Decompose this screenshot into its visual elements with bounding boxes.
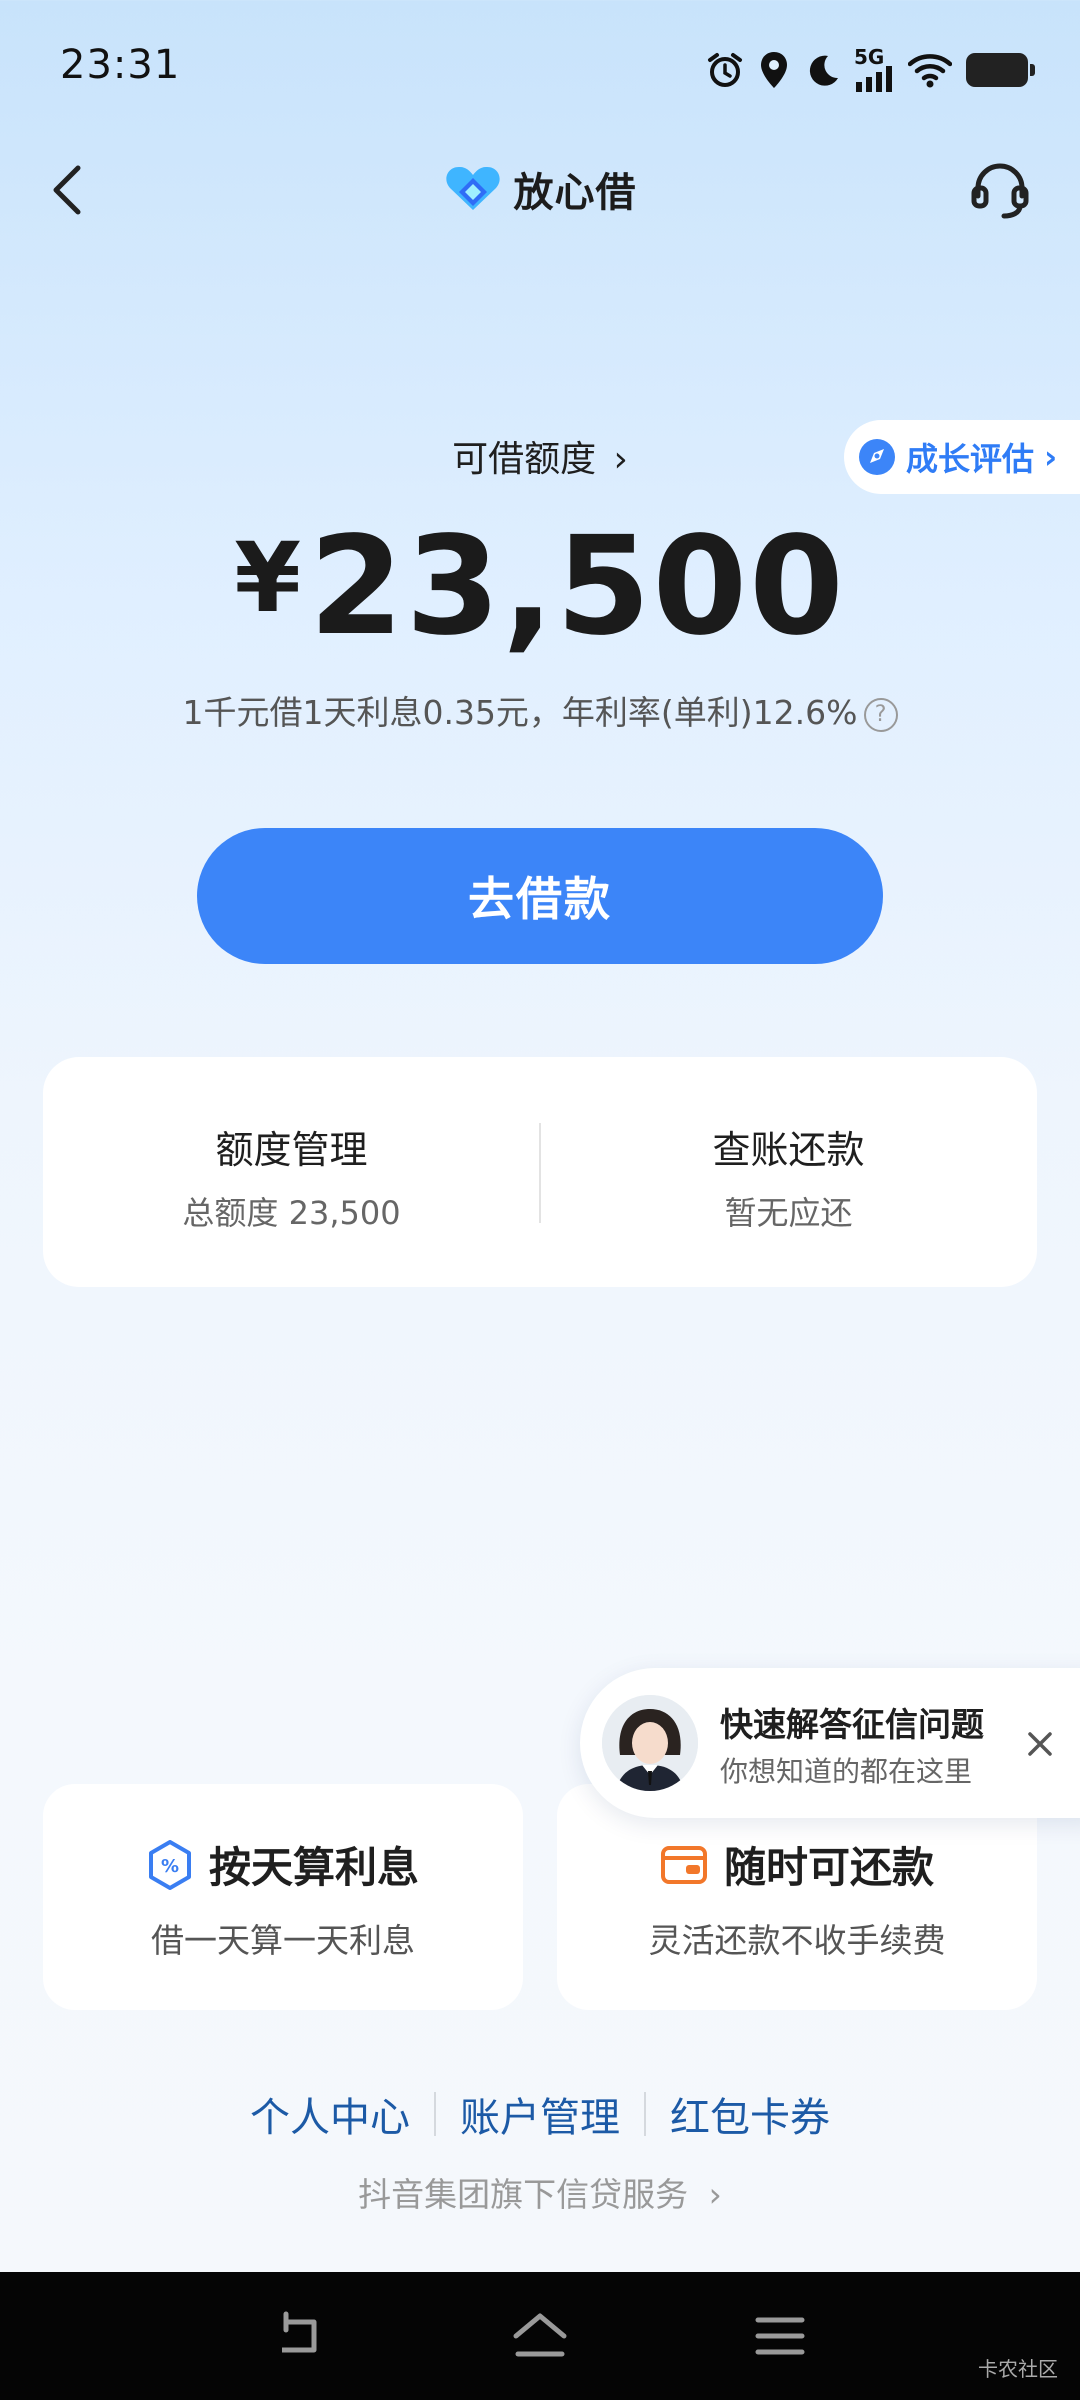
brand: 放心借	[0, 160, 1080, 218]
rate-text: 1千元借1天利息0.35元，年利率(单利)12.6%	[182, 693, 858, 732]
alarm-icon	[708, 53, 742, 87]
nav-back-icon[interactable]	[270, 2306, 330, 2366]
toast-subtitle: 你想知道的都在这里	[720, 1755, 973, 1788]
svg-text:%: %	[161, 1856, 179, 1877]
system-navigation-bar: 卡农社区	[0, 2272, 1080, 2400]
coupons-link[interactable]: 红包卡券	[670, 2085, 830, 2143]
close-icon[interactable]	[1020, 1724, 1060, 1764]
location-icon	[761, 52, 787, 88]
status-time: 23:31	[60, 42, 181, 88]
brand-name: 放心借	[513, 170, 637, 216]
watermark: 卡农社区	[978, 2357, 1058, 2381]
toast-title: 快速解答征信问题	[720, 1705, 984, 1744]
battery-icon	[966, 53, 1035, 87]
amount-value: 23,500	[308, 508, 846, 666]
growth-label: 成长评估	[906, 440, 1035, 478]
chevron-right-icon: ›	[1044, 438, 1058, 476]
help-icon[interactable]: ?	[863, 697, 898, 732]
wifi-icon	[908, 54, 952, 88]
feature-title: 按天算利息	[208, 1843, 419, 1892]
nav-home-icon[interactable]	[510, 2306, 570, 2366]
management-card: 额度管理 总额度 23,500 查账还款 暂无应还	[43, 1057, 1037, 1287]
nav-menu-icon[interactable]	[750, 2306, 810, 2366]
status-icons: 5G	[706, 45, 1035, 94]
wallet-icon	[660, 1845, 707, 1884]
credit-limit-label: 可借额度	[452, 439, 597, 480]
growth-assessment-button[interactable]: 成长评估 ›	[844, 420, 1080, 494]
borrow-button[interactable]: 去借款	[197, 828, 883, 964]
credit-help-toast[interactable]: 快速解答征信问题 你想知道的都在这里	[580, 1668, 1080, 1818]
credit-amount: ¥23,500	[0, 508, 1080, 666]
network-type: 5G	[854, 45, 885, 69]
chevron-right-icon: ›	[708, 2175, 722, 2214]
footer-links: 个人中心 账户管理 红包卡券	[0, 2085, 1080, 2143]
avatar	[602, 1695, 698, 1791]
currency-symbol: ¥	[234, 522, 303, 634]
limit-management[interactable]: 额度管理 总额度 23,500	[43, 1119, 540, 1234]
service-provider-note[interactable]: 抖音集团旗下信贷服务 ›	[0, 2168, 1080, 2216]
bill-repayment-title: 查账还款	[712, 1128, 865, 1172]
signal-icon	[856, 66, 892, 92]
percent-shield-icon: %	[148, 1839, 191, 1890]
service-note-text: 抖音集团旗下信贷服务	[358, 2175, 689, 2214]
moon-icon	[809, 55, 838, 86]
bill-repayment[interactable]: 查账还款 暂无应还	[540, 1119, 1037, 1234]
interest-rate-text: 1千元借1天利息0.35元，年利率(单利)12.6%?	[0, 686, 1080, 734]
chevron-right-icon: ›	[613, 439, 628, 480]
agent-avatar-icon	[602, 1695, 698, 1791]
feature-daily-interest[interactable]: % 按天算利息 借一天算一天利息	[43, 1784, 523, 2010]
feature-title: 随时可还款	[723, 1843, 934, 1892]
brand-logo-icon	[445, 166, 500, 210]
cellular-signal: 5G	[854, 45, 894, 92]
total-limit-text: 总额度 23,500	[182, 1194, 401, 1232]
divider	[644, 2092, 646, 2136]
rocket-icon	[859, 439, 895, 475]
divider	[434, 2092, 436, 2136]
feature-subtitle: 灵活还款不收手续费	[648, 1921, 946, 1960]
headset-icon[interactable]	[968, 158, 1032, 222]
limit-management-title: 额度管理	[215, 1128, 368, 1172]
account-management-link[interactable]: 账户管理	[460, 2085, 620, 2143]
personal-center-link[interactable]: 个人中心	[250, 2085, 410, 2143]
feature-subtitle: 借一天算一天利息	[151, 1921, 415, 1960]
repayment-status: 暂无应还	[724, 1194, 853, 1232]
